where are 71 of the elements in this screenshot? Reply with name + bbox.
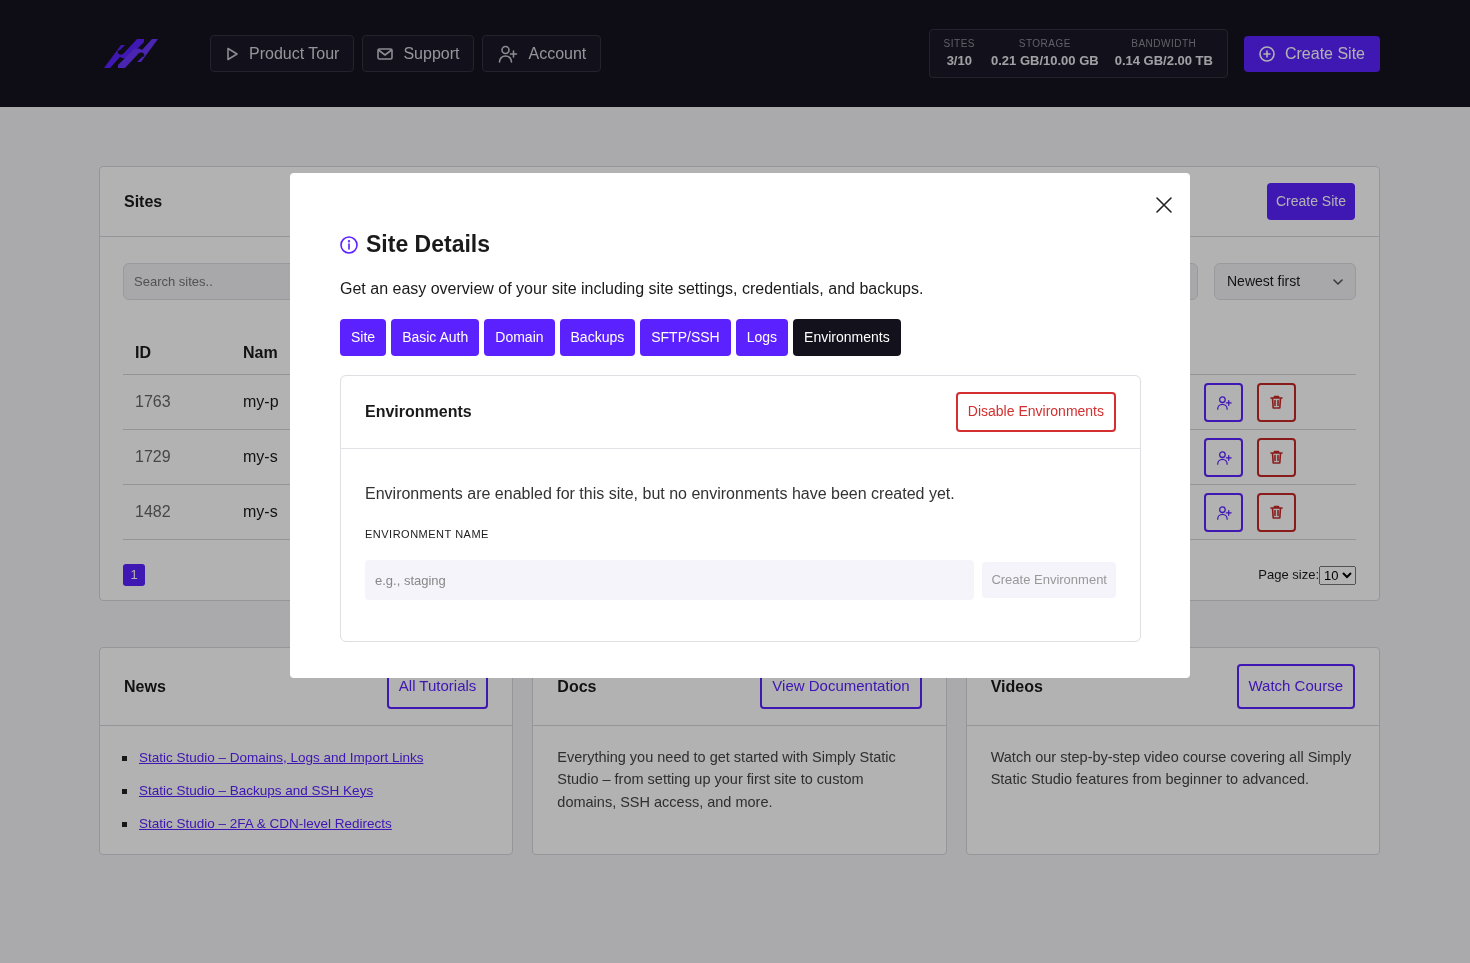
usage-label: BANDWIDTH [1130,37,1198,52]
article-link[interactable]: Static Studio – 2FA & CDN-level Redirects [139,813,392,835]
plus-circle-icon [1258,45,1275,62]
message: Environments are enabled for this site, but no environments have been created yet. [365,483,956,504]
bullet-icon [122,788,127,794]
table-cell-text: 1482 [134,502,172,522]
card-title: Docs [557,676,597,697]
panel-title: Environments [365,401,472,422]
logo-icon [104,39,158,68]
info-icon [340,235,358,254]
delete-button[interactable] [1257,437,1296,477]
card-text: Watch our step-by-step video course covering all Simply Static Studio features from beginner to advanced. [990,748,1353,790]
user-plus-icon [497,44,519,63]
delete-button[interactable] [1257,382,1296,422]
usage-label: STORAGE [1017,37,1072,52]
article-link[interactable]: Static Studio – Domains, Logs and Import Links [139,748,424,769]
trash-icon [1270,450,1283,464]
tab[interactable]: Basic Auth [391,318,480,356]
column-header: Nam [243,343,278,363]
envelope-icon [377,46,394,61]
add-user-button[interactable] [1204,437,1243,477]
table-cell-text: my-s [243,447,278,467]
account-button[interactable]: Account [482,35,602,72]
card-link-button[interactable]: Watch Course [1236,664,1355,709]
column-header: ID [134,343,152,363]
user-plus-icon [1215,394,1232,410]
sort-dropdown[interactable]: Newest first [1214,263,1356,300]
page-size-select[interactable]: 10 [1319,565,1356,585]
tab[interactable]: Site [340,318,387,356]
card-title: Sites [124,191,163,212]
table-cell-text: 1729 [134,447,172,467]
card-text: Everything you need to get started with Simply Static Studio – from setting up your first site to custom domains, SSH access, and more. [557,748,897,812]
page-size-label: Page size: [1258,566,1319,585]
user-plus-icon [1215,504,1232,520]
usage-value: 0.21 GB/10.00 GB [991,52,1099,71]
dialog-description: Get an easy overview of your site including site settings, credentials, and backups. [340,278,925,299]
table-cell-text: my-s [243,502,278,522]
usage-label: SITES [943,37,975,52]
usage-value: 3/10 [945,52,973,71]
close-button[interactable] [1154,195,1174,215]
tab[interactable]: Backups [559,318,636,356]
disable-button[interactable]: Disable Environments [955,391,1116,432]
user-plus-icon [1215,449,1232,465]
close-icon [1154,195,1174,215]
tab[interactable]: Logs [735,318,789,356]
create-site-button[interactable]: Create Site [1243,35,1380,72]
bullet-icon [122,755,127,761]
tab[interactable]: SFTP/SSH [640,318,731,356]
create-site-button[interactable]: Create Site [1266,183,1355,220]
table-cell-text: my-p [243,392,279,412]
card-title: News [124,676,166,697]
tour-button[interactable]: Product Tour [210,35,355,72]
table-cell-text: 1763 [134,392,172,412]
support-button[interactable]: Support [362,35,475,72]
trash-icon [1270,505,1283,519]
add-user-button[interactable] [1204,492,1243,532]
delete-button[interactable] [1257,492,1296,532]
play-icon [225,46,239,61]
chevron-down-icon [1333,278,1343,285]
field-label: ENVIRONMENT NAME [365,526,490,542]
usage-value: 0.14 GB/2.00 TB [1114,52,1213,71]
dialog-title: Site Details [366,231,490,259]
trash-icon [1270,395,1283,409]
tab[interactable]: Domain [484,318,555,356]
page-button[interactable]: 1 [123,564,145,586]
card-title: Videos [990,676,1043,697]
article-link[interactable]: Static Studio – Backups and SSH Keys [139,780,374,802]
tab[interactable]: Environments [793,318,901,356]
name-field[interactable]: e.g., staging [365,560,975,601]
bullet-icon [122,821,127,827]
add-user-button[interactable] [1204,382,1243,422]
